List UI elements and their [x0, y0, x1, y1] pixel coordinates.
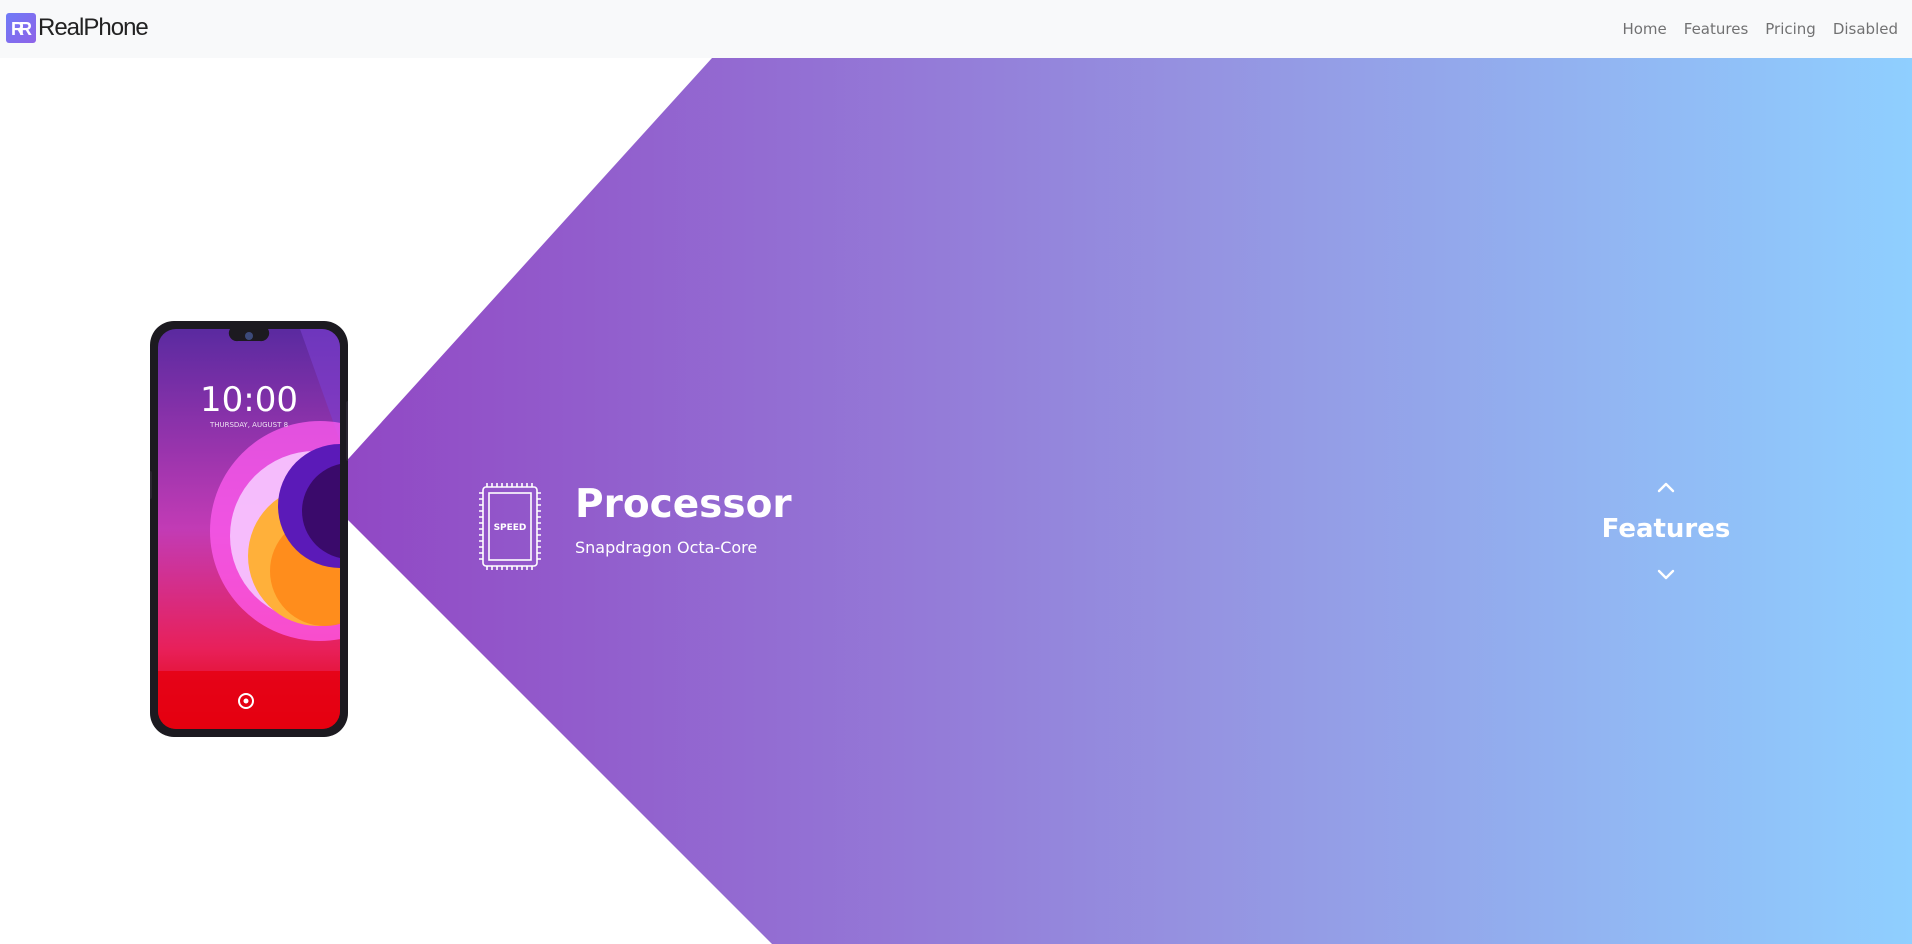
- chip-label: SPEED: [494, 523, 527, 533]
- feature-title: Processor: [575, 482, 792, 527]
- feature-subtitle: Snapdragon Octa-Core: [575, 538, 758, 557]
- nav-features-link[interactable]: Features: [1684, 20, 1749, 38]
- hero-section: 10:00 THURSDAY, AUGUST 8 SPEED Processor…: [0, 58, 1912, 944]
- brand-name: RealPhone: [38, 14, 149, 41]
- section-nav-label: Features: [1601, 514, 1731, 544]
- phone-image: 10:00 THURSDAY, AUGUST 8: [150, 321, 348, 737]
- nav-disabled-link[interactable]: Disabled: [1833, 20, 1898, 38]
- brand-link[interactable]: R R RealPhone: [6, 13, 149, 43]
- phone-screen-date: THURSDAY, AUGUST 8: [209, 421, 288, 429]
- chevron-up-icon[interactable]: [1656, 480, 1676, 494]
- phone-screen-time: 10:00: [200, 380, 298, 420]
- chevron-down-icon[interactable]: [1656, 568, 1676, 582]
- nav-pricing-link[interactable]: Pricing: [1765, 20, 1816, 38]
- navbar: R R RealPhone Home Features Pricing Disa…: [0, 0, 1912, 58]
- nav-links: Home Features Pricing Disabled: [1622, 0, 1898, 58]
- svg-text:R: R: [19, 19, 32, 39]
- brand-logo-icon: R R: [6, 13, 36, 43]
- section-nav: Features: [1590, 476, 1742, 586]
- nav-home-link[interactable]: Home: [1622, 20, 1666, 38]
- speed-chip-icon: SPEED: [479, 483, 541, 570]
